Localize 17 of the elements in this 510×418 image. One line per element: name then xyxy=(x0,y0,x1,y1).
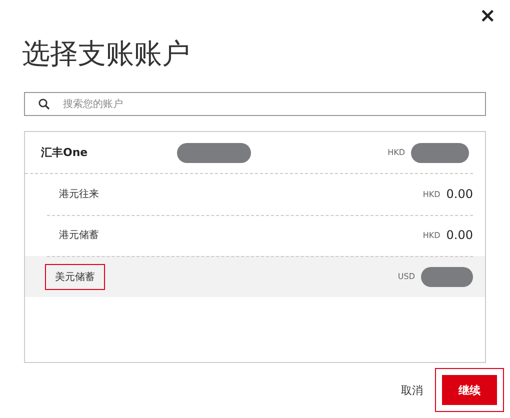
account-name: 港元往来 xyxy=(58,188,100,202)
dialog-title: 选择支账账户 xyxy=(22,36,191,72)
search-field[interactable]: 搜索您的账户 xyxy=(24,92,486,116)
balance-amount: 0.00 xyxy=(446,228,473,242)
account-group-name: 汇丰One xyxy=(41,145,89,160)
cancel-button[interactable]: 取消 xyxy=(401,382,423,398)
currency-label: HKD xyxy=(422,230,440,240)
currency-label: USD xyxy=(398,272,415,281)
currency-label: HKD xyxy=(388,148,405,157)
close-button[interactable]: × xyxy=(477,4,498,26)
account-name: 港元储蓄 xyxy=(58,228,100,243)
account-name: 美元储蓄 xyxy=(47,266,103,288)
account-row[interactable]: 港元往来 HKD 0.00 xyxy=(25,174,485,215)
account-row[interactable]: 美元储蓄 USD xyxy=(25,256,485,297)
currency-label: HKD xyxy=(422,190,440,198)
balance-amount: 0.00 xyxy=(446,187,473,201)
continue-button[interactable]: 继续 xyxy=(442,375,497,405)
